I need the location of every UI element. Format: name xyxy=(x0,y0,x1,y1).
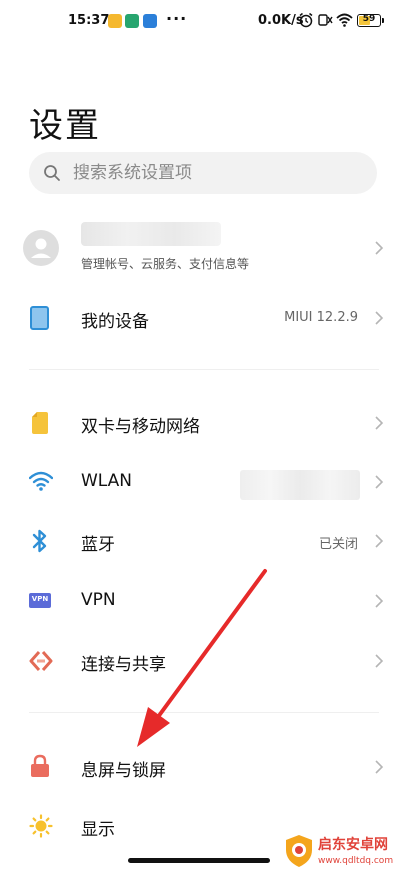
search-input[interactable] xyxy=(73,152,363,194)
chevron-right-icon xyxy=(375,311,384,325)
watermark-shield-icon xyxy=(286,835,312,867)
vpn-icon-text: VPN xyxy=(31,595,49,603)
bluetooth-label: 蓝牙 xyxy=(81,535,115,555)
bluetooth-status: 已关闭 xyxy=(318,537,358,552)
my-device-row[interactable]: 我的设备 MIUI 12.2.9 xyxy=(0,292,408,344)
section-divider xyxy=(29,712,379,713)
wifi-icon xyxy=(336,13,353,27)
vpn-icon: VPN xyxy=(29,593,51,608)
dual-sim-row[interactable]: 双卡与移动网络 xyxy=(0,397,408,449)
network-speed: 0.0K/s xyxy=(258,13,304,28)
battery-tip xyxy=(382,18,384,23)
page-title: 设置 xyxy=(29,106,101,146)
wlan-label: WLAN xyxy=(81,471,133,491)
my-device-value: MIUI 12.2.9 xyxy=(284,310,358,325)
my-device-label: 我的设备 xyxy=(81,312,149,332)
display-label: 显示 xyxy=(81,820,115,840)
lock-screen-label: 息屏与锁屏 xyxy=(81,761,166,781)
notification-green-icon xyxy=(125,14,139,28)
chevron-right-icon xyxy=(375,416,384,430)
wifi-icon xyxy=(29,471,53,491)
bluetooth-icon xyxy=(32,529,47,553)
notification-yellow-icon xyxy=(108,14,122,28)
section-divider xyxy=(29,369,379,370)
chevron-right-icon xyxy=(375,534,384,548)
wlan-name-redacted xyxy=(240,470,360,500)
connection-share-label: 连接与共享 xyxy=(81,655,166,675)
lock-icon xyxy=(31,754,49,777)
search-bar[interactable] xyxy=(29,152,377,194)
vpn-row[interactable]: VPN VPN xyxy=(0,575,408,627)
avatar xyxy=(23,230,59,266)
alarm-icon xyxy=(299,12,313,28)
sim-card-icon xyxy=(32,412,48,434)
sun-icon xyxy=(29,814,53,838)
battery-level: 59 xyxy=(362,14,376,24)
bluetooth-row[interactable]: 蓝牙 已关闭 xyxy=(0,515,408,567)
more-notifications-icon: ··· xyxy=(166,9,188,28)
connection-share-row[interactable]: 连接与共享 xyxy=(0,635,408,687)
lock-screen-row[interactable]: 息屏与锁屏 xyxy=(0,741,408,793)
watermark-logo: 启东安卓网 www.qdltdq.com xyxy=(282,830,406,874)
chevron-right-icon xyxy=(375,760,384,774)
watermark-name: 启东安卓网 xyxy=(318,837,388,853)
chevron-right-icon xyxy=(375,475,384,489)
status-bar: 15:37 ··· 0.0K/s 59 xyxy=(0,0,408,44)
search-icon xyxy=(44,165,60,181)
notification-blue-icon xyxy=(143,14,157,28)
device-icon xyxy=(30,306,49,330)
watermark-url: www.qdltdq.com xyxy=(318,856,394,866)
chevron-right-icon xyxy=(375,654,384,668)
vpn-label: VPN xyxy=(81,590,116,610)
status-time: 15:37 xyxy=(68,13,110,28)
home-indicator[interactable] xyxy=(128,858,270,863)
chevron-right-icon xyxy=(375,241,384,255)
signal-x-icon xyxy=(318,14,333,26)
avatar-person-icon xyxy=(31,238,51,258)
chevron-right-icon xyxy=(375,594,384,608)
battery-icon: 59 xyxy=(357,14,381,27)
account-name-redacted xyxy=(81,222,221,246)
account-subtitle: 管理帐号、云服务、支付信息等 xyxy=(81,257,250,271)
dual-sim-label: 双卡与移动网络 xyxy=(81,417,200,437)
connection-share-icon xyxy=(29,651,53,671)
